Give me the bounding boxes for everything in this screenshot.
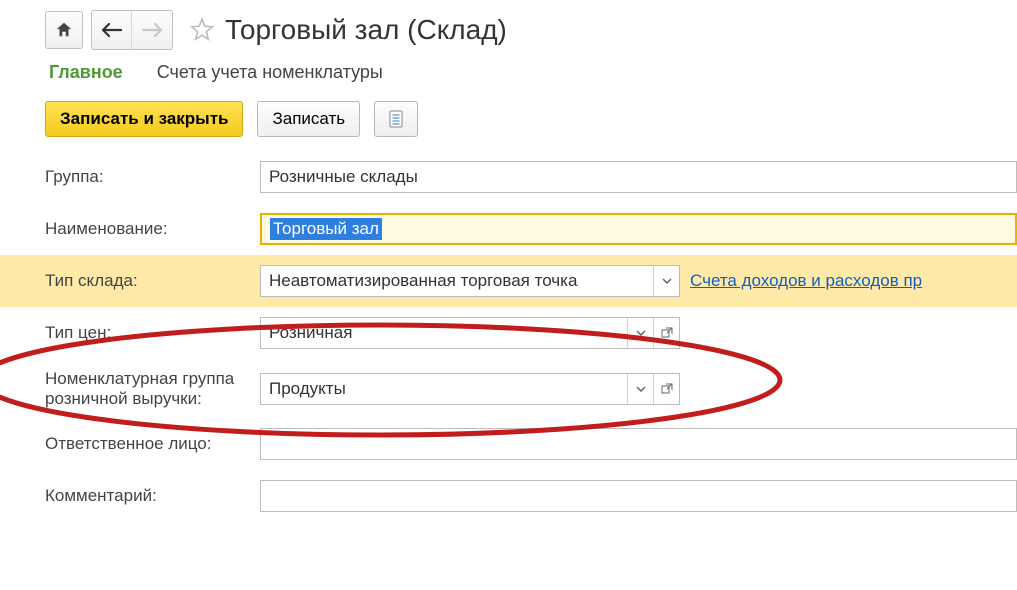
- nomenclature-group-field[interactable]: Продукты: [260, 373, 680, 405]
- price-type-label: Тип цен:: [45, 323, 260, 343]
- warehouse-type-dropdown[interactable]: [653, 266, 679, 296]
- save-and-close-button[interactable]: Записать и закрыть: [45, 101, 243, 137]
- warehouse-type-field[interactable]: Неавтоматизированная торговая точка: [260, 265, 680, 297]
- save-button[interactable]: Записать: [257, 101, 360, 137]
- tab-main[interactable]: Главное: [49, 62, 123, 83]
- warehouse-type-value: Неавтоматизированная торговая точка: [261, 266, 653, 296]
- comment-field[interactable]: [260, 480, 1017, 512]
- group-field[interactable]: Розничные склады: [260, 161, 1017, 193]
- price-type-open[interactable]: [653, 318, 679, 348]
- document-icon: [387, 110, 405, 128]
- responsible-label: Ответственное лицо:: [45, 434, 260, 454]
- name-label: Наименование:: [45, 219, 260, 239]
- chevron-down-icon: [662, 278, 672, 284]
- arrow-right-icon: [141, 23, 163, 37]
- responsible-field[interactable]: [260, 428, 1017, 460]
- favorite-button[interactable]: [187, 15, 217, 45]
- income-expense-accounts-link[interactable]: Счета доходов и расходов пр: [690, 271, 922, 291]
- register-button[interactable]: [374, 101, 418, 137]
- chevron-down-icon: [636, 330, 646, 336]
- nomenclature-group-value: Продукты: [261, 374, 627, 404]
- price-type-field[interactable]: Розничная: [260, 317, 680, 349]
- home-button[interactable]: [45, 11, 83, 49]
- arrow-left-icon: [101, 23, 123, 37]
- nomenclature-group-dropdown[interactable]: [627, 374, 653, 404]
- nav-forward-button[interactable]: [132, 11, 172, 49]
- group-label: Группа:: [45, 167, 260, 187]
- warehouse-type-label: Тип склада:: [45, 271, 260, 291]
- price-type-value: Розничная: [261, 318, 627, 348]
- open-icon: [661, 327, 673, 339]
- nav-back-forward: [91, 10, 173, 50]
- tab-accounts[interactable]: Счета учета номенклатуры: [157, 62, 383, 83]
- chevron-down-icon: [636, 386, 646, 392]
- name-field[interactable]: Торговый зал: [260, 213, 1017, 245]
- name-field-selection: Торговый зал: [270, 218, 382, 240]
- price-type-dropdown[interactable]: [627, 318, 653, 348]
- open-icon: [661, 383, 673, 395]
- home-icon: [55, 21, 73, 39]
- nav-back-button[interactable]: [92, 11, 132, 49]
- nomenclature-group-open[interactable]: [653, 374, 679, 404]
- comment-label: Комментарий:: [45, 486, 260, 506]
- nomenclature-group-label: Номенклатурная группа розничной выручки:: [45, 369, 260, 408]
- page-title: Торговый зал (Склад): [225, 14, 507, 46]
- star-icon: [189, 17, 215, 43]
